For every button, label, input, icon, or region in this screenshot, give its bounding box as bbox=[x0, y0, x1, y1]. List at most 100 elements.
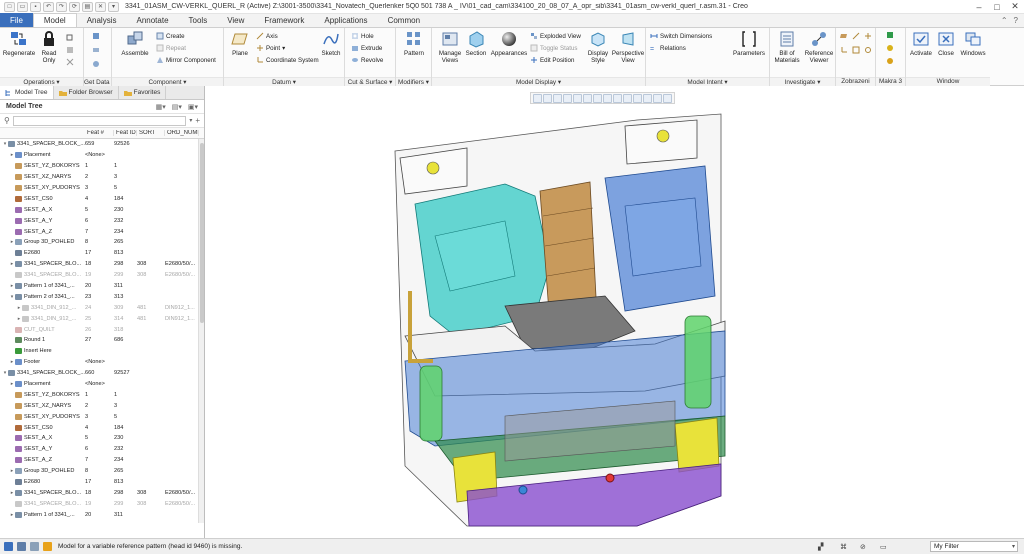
tab-folder-browser[interactable]: Folder Browser bbox=[54, 86, 119, 99]
redo-icon[interactable]: ↷ bbox=[56, 1, 67, 12]
zobrazeni-btn-4[interactable] bbox=[840, 46, 848, 54]
customize-dropdown-icon[interactable]: ▾ bbox=[108, 1, 119, 12]
minimize-ribbon-icon[interactable]: ⌃ bbox=[1001, 16, 1008, 25]
tree-row[interactable]: ▸ Group 3D_POHLED 8 265 bbox=[0, 466, 204, 477]
tree-row[interactable]: SEST_YZ_BOKORYS 1 1 bbox=[0, 389, 204, 400]
revolve-button[interactable]: Revolve bbox=[351, 56, 383, 64]
read-only-button[interactable]: Read Only bbox=[36, 30, 62, 64]
tree-row[interactable]: ▸ Placement <None> bbox=[0, 379, 204, 390]
col-ord-nume[interactable]: ORD_NUME bbox=[165, 130, 199, 136]
close-window-button[interactable]: Close bbox=[934, 30, 958, 57]
toggle-status-button[interactable]: Toggle Status bbox=[530, 44, 578, 52]
tree-row[interactable]: SEST_A_X 5 230 bbox=[0, 433, 204, 444]
open-file-icon[interactable]: ▭ bbox=[17, 1, 28, 12]
filter-icon[interactable]: ⚲ bbox=[4, 116, 10, 125]
selected-count-icon[interactable]: ▞ bbox=[818, 543, 823, 551]
tree-row[interactable]: SEST_XZ_NARYS 2 3 bbox=[0, 172, 204, 183]
get-data-1[interactable] bbox=[92, 32, 100, 40]
parameters-button[interactable]: Parameters bbox=[732, 30, 766, 57]
tab-model-tree[interactable]: Model Tree bbox=[0, 86, 54, 99]
pattern-button[interactable]: Pattern bbox=[400, 30, 428, 57]
extrude-button[interactable]: Extrude bbox=[351, 44, 382, 52]
tab-view[interactable]: View bbox=[217, 13, 254, 27]
tree-row[interactable]: 3341_SPACER_BLO... 19 299 308 E2680/50/... bbox=[0, 498, 204, 509]
zobrazeni-btn-2[interactable] bbox=[852, 32, 860, 40]
display-style-button[interactable]: Display Style bbox=[584, 30, 612, 64]
tree-row[interactable]: ▸ 3341_DIN_912_... 25 314 481 DIN912_1... bbox=[0, 313, 204, 324]
help-icon[interactable]: ? bbox=[1014, 16, 1018, 25]
tab-annotate[interactable]: Annotate bbox=[126, 13, 178, 27]
makra-btn-3[interactable] bbox=[886, 57, 894, 65]
group-operations-label[interactable]: Operations ▾ bbox=[0, 77, 83, 86]
tree-columns-icon[interactable]: ▤▾ bbox=[172, 103, 182, 111]
activate-button[interactable]: Activate bbox=[908, 30, 934, 57]
zobrazeni-btn-5[interactable] bbox=[852, 46, 860, 54]
tree-show-icon[interactable]: ▣▾ bbox=[188, 103, 198, 111]
repeat-button[interactable]: Repeat bbox=[156, 44, 186, 52]
ops-small-3[interactable] bbox=[66, 58, 74, 66]
status-warning-icon[interactable] bbox=[43, 542, 52, 551]
exploded-view-button[interactable]: Exploded View bbox=[530, 32, 581, 40]
status-browser-icon[interactable] bbox=[30, 542, 39, 551]
tab-model[interactable]: Model bbox=[32, 13, 77, 27]
assembly-model-view[interactable] bbox=[205, 86, 1024, 538]
tab-applications[interactable]: Applications bbox=[314, 13, 377, 27]
tab-framework[interactable]: Framework bbox=[254, 13, 314, 27]
render-icon[interactable]: ▭ bbox=[880, 543, 887, 551]
zobrazeni-btn-1[interactable] bbox=[840, 32, 848, 40]
tree-row[interactable]: SEST_CS0 4 184 bbox=[0, 422, 204, 433]
point-button[interactable]: Point ▾ bbox=[256, 44, 285, 52]
close-window-quick-icon[interactable]: ✕ bbox=[95, 1, 106, 12]
tab-common[interactable]: Common bbox=[378, 13, 430, 27]
add-filter-icon[interactable]: + bbox=[195, 116, 200, 125]
tree-row[interactable]: 3341_SPACER_BLO... 19 299 308 E2680/50/... bbox=[0, 270, 204, 281]
tree-scrollbar-thumb[interactable] bbox=[200, 143, 204, 323]
section-button[interactable]: Section bbox=[464, 30, 488, 57]
tree-row[interactable]: ▸ 3341_DIN_912_... 24 309 481 DIN912_1... bbox=[0, 302, 204, 313]
minimize-button[interactable]: – bbox=[970, 0, 988, 14]
tab-favorites[interactable]: Favorites bbox=[119, 86, 167, 99]
tree-row[interactable]: SEST_A_Z 7 234 bbox=[0, 455, 204, 466]
tree-row[interactable]: E2680 17 813 bbox=[0, 477, 204, 488]
col-feat-id[interactable]: Feat ID bbox=[114, 130, 137, 136]
tree-row[interactable]: SEST_CS0 4 184 bbox=[0, 193, 204, 204]
manage-views-button[interactable]: Manage Views bbox=[436, 30, 464, 64]
regenerate-button[interactable]: Regenerate bbox=[3, 30, 35, 57]
zobrazeni-btn-3[interactable] bbox=[864, 32, 872, 40]
hole-button[interactable]: Hole bbox=[351, 32, 374, 40]
group-model-display-label[interactable]: Model Display ▾ bbox=[432, 77, 645, 86]
tree-row[interactable]: SEST_XZ_NARYS 2 3 bbox=[0, 400, 204, 411]
save-icon[interactable]: ▪ bbox=[30, 1, 41, 12]
axis-button[interactable]: Axis bbox=[256, 32, 278, 40]
zoom-mode-icon[interactable]: ⊘ bbox=[860, 543, 866, 551]
mirror-component-button[interactable]: Mirror Component bbox=[156, 56, 216, 64]
tree-row[interactable]: CUT_QUILT 26 318 bbox=[0, 324, 204, 335]
tree-search-input[interactable] bbox=[12, 115, 187, 126]
group-cut-surface-label[interactable]: Cut & Surface ▾ bbox=[345, 77, 395, 86]
tree-row[interactable]: SEST_A_Y 6 232 bbox=[0, 215, 204, 226]
tree-row[interactable]: ▸ Footer <None> bbox=[0, 357, 204, 368]
group-get-data-label[interactable]: Get Data ▾ bbox=[84, 77, 111, 86]
tab-analysis[interactable]: Analysis bbox=[77, 13, 127, 27]
group-window-label[interactable]: Window bbox=[906, 77, 990, 86]
group-datum-label[interactable]: Datum ▾ bbox=[224, 77, 344, 86]
regenerate-quick-icon[interactable]: ⟳ bbox=[69, 1, 80, 12]
edit-position-button[interactable]: Edit Position bbox=[530, 56, 574, 64]
get-data-2[interactable] bbox=[92, 46, 100, 54]
tree-row[interactable]: E2680 17 813 bbox=[0, 248, 204, 259]
perspective-view-button[interactable]: Perspective View bbox=[612, 30, 644, 64]
tree-row[interactable]: SEST_XY_PUDORYS 3 5 bbox=[0, 411, 204, 422]
status-tree-icon[interactable] bbox=[17, 542, 26, 551]
plane-button[interactable]: Plane bbox=[228, 30, 252, 57]
sketch-button[interactable]: Sketch bbox=[320, 30, 342, 57]
group-model-intent-label[interactable]: Model Intent ▾ bbox=[646, 77, 769, 86]
status-grid-icon[interactable] bbox=[4, 542, 13, 551]
selection-filter-icon[interactable]: ⌘ bbox=[840, 543, 847, 551]
switch-dimensions-button[interactable]: Switch Dimensions bbox=[650, 32, 712, 40]
col-sort[interactable]: SORT bbox=[137, 130, 165, 136]
reference-viewer-button[interactable]: Reference Viewer bbox=[802, 30, 836, 64]
tree-row[interactable]: Insert Here bbox=[0, 346, 204, 357]
tree-row[interactable]: ▸ Pattern 1 of 3341_... 20 311 bbox=[0, 281, 204, 292]
tab-tools[interactable]: Tools bbox=[179, 13, 218, 27]
tree-row[interactable]: Round 1 27 686 bbox=[0, 335, 204, 346]
